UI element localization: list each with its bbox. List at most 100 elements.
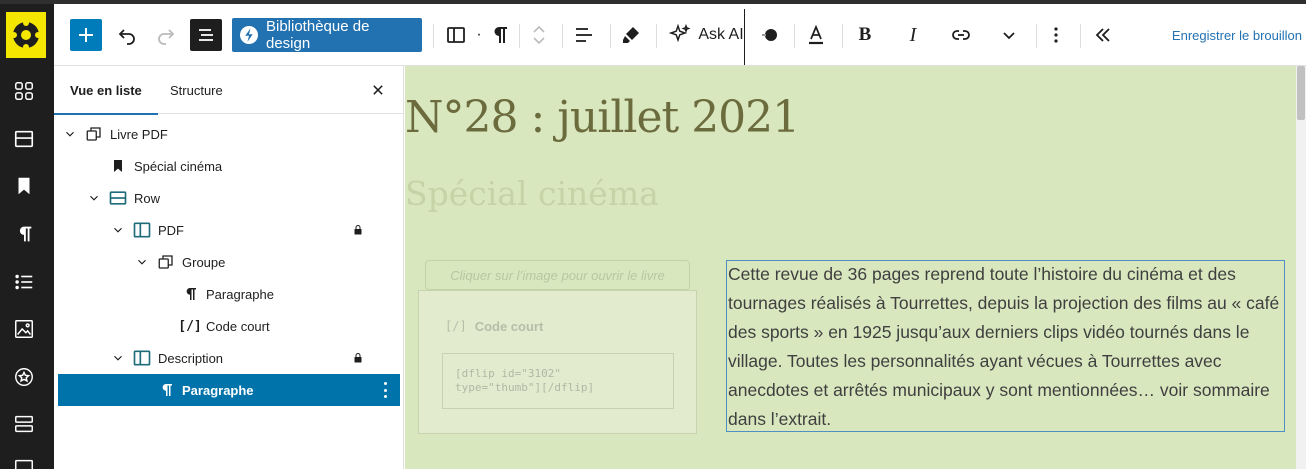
toolbar-separator <box>433 24 434 48</box>
tree-item-label: Row <box>134 190 161 206</box>
redo-icon <box>158 29 175 45</box>
admin-sidebar <box>0 4 54 469</box>
chevron-down-icon[interactable] <box>62 126 78 142</box>
close-panel-button[interactable] <box>366 78 390 102</box>
site-logo-icon <box>11 20 41 50</box>
tree-item-label: Paragraphe <box>206 286 274 302</box>
toolbar-separator <box>1080 24 1081 48</box>
tree-item-description[interactable]: Description <box>54 342 404 374</box>
tree-item-paragraphe-selected[interactable]: Paragraphe <box>58 374 400 406</box>
chevron-down-icon[interactable] <box>110 350 126 366</box>
list-view-panel: Vue en liste Structure Livre PDF Spécial… <box>54 66 404 469</box>
align-left-icon <box>576 28 592 42</box>
close-icon <box>373 85 383 95</box>
toolbar-separator <box>1036 24 1037 48</box>
italic-icon: I <box>909 23 917 46</box>
align-button[interactable] <box>568 18 600 52</box>
chevron-down-icon[interactable] <box>86 190 102 206</box>
undo-button[interactable] <box>112 18 142 52</box>
text-cursor-line <box>744 9 745 65</box>
chevron-up-down-icon <box>533 25 545 45</box>
add-block-button[interactable] <box>70 19 102 51</box>
sparkle-icon <box>669 23 691 43</box>
design-library-button[interactable]: Bibliothèque de design <box>232 18 422 52</box>
design-library-label: Bibliothèque de design <box>266 18 370 52</box>
tree-item-label: Code court <box>206 318 270 334</box>
image-icon[interactable] <box>12 317 36 341</box>
style-circle-icon <box>762 29 777 41</box>
editor-canvas: N°28 : juillet 2021 Spécial cinéma Cliqu… <box>405 66 1296 469</box>
list-icon[interactable] <box>12 270 36 294</box>
chevron-down-icon[interactable] <box>134 254 150 270</box>
chevrons-left-icon <box>1095 28 1110 42</box>
tree-item-code-court[interactable]: [/] Code court <box>54 310 404 342</box>
chevron-down-icon <box>1003 32 1015 40</box>
media-icon[interactable] <box>12 456 36 469</box>
more-format-button[interactable] <box>996 18 1022 52</box>
chevron-down-icon[interactable] <box>110 222 126 238</box>
paragraph-icon[interactable] <box>12 222 36 246</box>
tab-structure[interactable]: Structure <box>156 66 237 114</box>
italic-button[interactable]: I <box>900 18 926 52</box>
page-subtitle[interactable]: Spécial cinéma <box>405 174 659 213</box>
bold-button[interactable]: B <box>852 18 878 52</box>
description-text: Cette revue de 36 pages reprend toute l’… <box>728 264 1280 429</box>
shortcode-block[interactable]: [/] Code court [dflip id="3102" type="th… <box>418 290 697 434</box>
tree-item-special-cinema[interactable]: Spécial cinéma <box>54 150 404 182</box>
site-logo[interactable] <box>6 12 46 58</box>
list-view-button[interactable] <box>190 19 222 51</box>
tab-list-view[interactable]: Vue en liste <box>54 66 158 115</box>
ask-ai-button[interactable]: Ask AI <box>664 18 748 52</box>
move-up-down-button[interactable] <box>527 18 551 52</box>
grid-icon[interactable] <box>12 79 36 103</box>
block-tree: Livre PDF Spécial cinéma Row PDF Groupe … <box>54 118 404 406</box>
column-block-button[interactable] <box>442 18 470 52</box>
bookmark-icon[interactable] <box>12 174 36 198</box>
paragraph-icon <box>180 284 200 304</box>
highlighter-icon <box>623 27 639 43</box>
highlight-button[interactable] <box>616 18 646 52</box>
more-vertical-icon[interactable] <box>384 382 388 398</box>
tree-item-livre-pdf[interactable]: Livre PDF <box>54 118 404 150</box>
stack-icon[interactable] <box>12 412 36 436</box>
options-button[interactable] <box>1044 18 1068 52</box>
lock-icon <box>351 351 365 365</box>
tree-item-row[interactable]: Row <box>54 182 404 214</box>
redo-button[interactable] <box>151 18 181 52</box>
column-icon <box>447 27 465 43</box>
shortcode-textarea[interactable]: [dflip id="3102" type="thumb"][/dflip] <box>442 353 674 409</box>
text-color-button[interactable] <box>802 18 830 52</box>
tree-item-groupe[interactable]: Groupe <box>54 246 404 278</box>
click-note-button[interactable]: Cliquer sur l’image pour ouvrir le livre <box>425 260 690 290</box>
scrollbar-thumb[interactable] <box>1297 66 1305 120</box>
breadcrumb-dot: · <box>476 26 482 43</box>
star-icon[interactable] <box>12 365 36 389</box>
toolbar-separator <box>794 24 795 48</box>
editor-toolbar: Bibliothèque de design · Ask AI B I Enre… <box>54 4 1306 66</box>
collapse-toolbar-button[interactable] <box>1090 18 1116 52</box>
paragraph-type-button[interactable] <box>486 18 512 52</box>
tree-item-label: Spécial cinéma <box>134 158 223 174</box>
description-paragraph[interactable]: Cette revue de 36 pages reprend toute l’… <box>726 260 1285 432</box>
toolbar-separator <box>842 24 843 48</box>
editor-app: Bibliothèque de design · Ask AI B I Enre… <box>0 0 1306 469</box>
toolbar-separator <box>656 24 657 48</box>
undo-icon <box>118 29 135 45</box>
layout-icon[interactable] <box>12 127 36 151</box>
toolbar-separator <box>562 24 563 48</box>
link-button[interactable] <box>946 18 976 52</box>
tree-item-paragraphe[interactable]: Paragraphe <box>54 278 404 310</box>
canvas-scrollbar[interactable] <box>1296 66 1306 469</box>
bookmark-icon <box>108 156 128 176</box>
tree-item-pdf[interactable]: PDF <box>54 214 404 246</box>
column-icon <box>132 220 152 240</box>
list-view-icon <box>199 29 213 41</box>
save-draft-button[interactable]: Enregistrer le brouillon <box>1172 18 1302 52</box>
ask-ai-label: Ask AI <box>698 26 744 43</box>
group-icon <box>156 252 176 272</box>
style-button[interactable] <box>756 18 784 52</box>
shortcode-header: [/] Code court <box>445 319 543 334</box>
library-icon <box>240 26 258 44</box>
toolbar-separator <box>610 24 611 48</box>
page-title[interactable]: N°28 : juillet 2021 <box>405 92 800 143</box>
